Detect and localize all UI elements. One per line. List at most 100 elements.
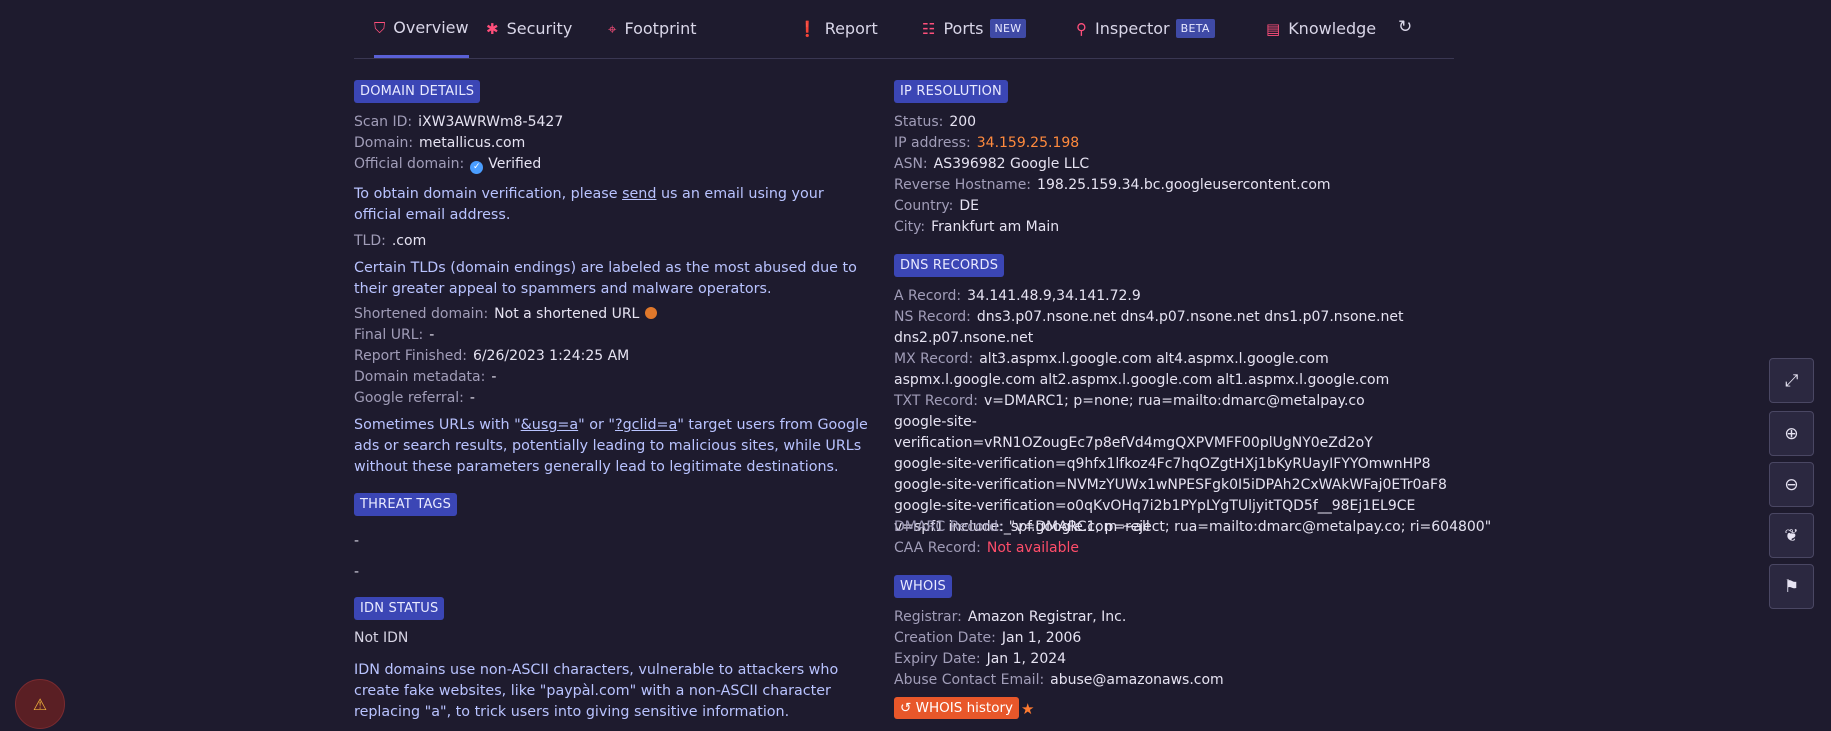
tab-knowledge[interactable]: ▤ Knowledge: [1266, 0, 1376, 57]
google-referral-row: Google referral: -: [354, 388, 475, 409]
fullscreen-button[interactable]: ⤢: [1769, 358, 1814, 403]
scan-id-label: Scan ID:: [354, 114, 413, 130]
whois-badge: WHOIS: [894, 575, 952, 598]
domain-row: Domain: metallicus.com: [354, 133, 525, 154]
tab-inspector[interactable]: ⚲ Inspector BETA: [1076, 0, 1215, 57]
scan-id-value: iXW3AWRWm8-5427: [418, 114, 564, 130]
txt-record-value: google-site-verification=o0qKvOHq7i2b1PY…: [894, 498, 1416, 514]
tab-label: Knowledge: [1288, 19, 1377, 38]
warning-button[interactable]: ⚠: [15, 679, 65, 729]
star-icon[interactable]: ★: [1021, 700, 1034, 718]
status-value: 200: [949, 114, 977, 130]
country-value: DE: [959, 198, 979, 214]
book-icon: ▤: [1266, 19, 1281, 38]
report-finished-value: 6/26/2023 1:24:25 AM: [472, 348, 630, 364]
tab-report[interactable]: ❗ Report: [798, 0, 878, 57]
domain-value: metallicus.com: [419, 135, 526, 151]
tab-label: Security: [506, 19, 573, 38]
tld-label: TLD:: [354, 233, 386, 249]
final-url-label: Final URL:: [354, 327, 424, 343]
abuse-email-label: Abuse Contact Email:: [894, 672, 1045, 688]
referral-text: " or ": [578, 417, 616, 433]
search-icon: ⚲: [1076, 19, 1087, 38]
domain-details-badge: DOMAIN DETAILS: [354, 80, 481, 103]
abuse-email-value: abuse@amazonaws.com: [1050, 672, 1224, 688]
caa-record-label: CAA Record:: [894, 540, 981, 556]
status-label: Status:: [894, 114, 944, 130]
asn-label: ASN:: [894, 156, 928, 172]
crosshair-icon: ⌖: [608, 19, 617, 38]
shortened-value: Not a shortened URL: [494, 306, 640, 322]
official-domain-row: Official domain: ✓ Verified: [354, 154, 541, 175]
tab-label: Inspector: [1095, 19, 1170, 38]
dmarc-record-value: "v=DMARC1; p=reject; rua=mailto:dmarc@me…: [1008, 519, 1492, 535]
verification-text: To obtain domain verification, please: [354, 186, 623, 202]
verification-note: To obtain domain verification, please se…: [354, 184, 874, 226]
report-finished-label: Report Finished:: [354, 348, 467, 364]
bookmark-button[interactable]: ⚑: [1769, 564, 1814, 609]
report-finished-row: Report Finished: 6/26/2023 1:24:25 AM: [354, 346, 629, 367]
exclamation-circle-icon: ❗: [798, 19, 817, 38]
status-row: Status: 200: [894, 112, 976, 133]
twitter-share-button[interactable]: ❦: [1769, 513, 1814, 558]
final-url-value: -: [429, 327, 435, 343]
a-record-value: 34.141.48.9,34.141.72.9: [967, 288, 1141, 304]
domain-label: Domain:: [354, 135, 414, 151]
expiry-date-label: Expiry Date:: [894, 651, 981, 667]
tld-row: TLD: .com: [354, 231, 426, 252]
domain-metadata-label: Domain metadata:: [354, 369, 486, 385]
a-record-row: A Record: 34.141.48.9,34.141.72.9: [894, 286, 1141, 307]
a-record-label: A Record:: [894, 288, 962, 304]
whois-history-button[interactable]: ↺ WHOIS history: [894, 697, 1020, 719]
threat-tags-badge: THREAT TAGS: [354, 493, 458, 516]
zoom-out-button[interactable]: ⊖: [1769, 462, 1814, 507]
ip-address-link[interactable]: 34.159.25.198: [977, 135, 1079, 151]
city-row: City: Frankfurt am Main: [894, 217, 1059, 238]
ip-row: IP address: 34.159.25.198: [894, 133, 1079, 154]
tab-label: Footprint: [624, 19, 697, 38]
tab-bar: ⛉ Overview ✱ Security ⌖ Footprint ❗ Repo…: [354, 0, 1454, 59]
ip-resolution-badge: IP RESOLUTION: [894, 80, 1008, 103]
tab-label: Ports: [943, 19, 984, 38]
dmarc-record-label: DMARC Record:: [894, 519, 1003, 535]
country-label: Country:: [894, 198, 954, 214]
sitemap-icon: ☷: [922, 19, 936, 38]
whois-history-label: WHOIS history: [915, 700, 1014, 716]
creation-date-row: Creation Date: Jan 1, 2006: [894, 628, 1081, 649]
gclid-link[interactable]: ?gclid=a: [615, 417, 677, 433]
creation-date-label: Creation Date:: [894, 630, 996, 646]
check-circle-icon: ✓: [470, 161, 484, 174]
asn-row: ASN: AS396982 Google LLC: [894, 154, 1089, 175]
domain-metadata-row: Domain metadata: -: [354, 367, 496, 388]
idn-status-badge: IDN STATUS: [354, 597, 445, 620]
tab-ports[interactable]: ☷ Ports NEW: [922, 0, 1027, 57]
official-domain-value: Verified: [488, 156, 542, 172]
city-value: Frankfurt am Main: [931, 219, 1060, 235]
city-label: City:: [894, 219, 926, 235]
bug-icon: ✱: [486, 19, 499, 38]
send-email-link[interactable]: send: [622, 186, 656, 202]
creation-date-value: Jan 1, 2006: [1001, 630, 1082, 646]
google-referral-label: Google referral:: [354, 390, 464, 406]
expiry-date-row: Expiry Date: Jan 1, 2024: [894, 649, 1066, 670]
referral-text: Sometimes URLs with ": [354, 417, 521, 433]
refresh-icon[interactable]: ↻: [1398, 17, 1412, 37]
caa-record-row: CAA Record: Not available: [894, 538, 1079, 559]
tab-overview[interactable]: ⛉ Overview: [374, 0, 469, 58]
beta-badge: BETA: [1175, 19, 1215, 38]
final-url-row: Final URL: -: [354, 325, 434, 346]
new-badge: NEW: [989, 19, 1027, 38]
history-icon: ↺: [900, 700, 912, 716]
threat-tag-item: -: [354, 564, 360, 580]
shortened-row: Shortened domain: Not a shortened URL: [354, 304, 658, 325]
country-row: Country: DE: [894, 196, 979, 217]
ns-record-label: NS Record:: [894, 309, 971, 325]
reverse-hostname-value: 198.25.159.34.bc.googleusercontent.com: [1037, 177, 1331, 193]
caa-record-value: Not available: [986, 540, 1080, 556]
tab-label: Report: [824, 19, 878, 38]
tab-security[interactable]: ✱ Security: [486, 0, 572, 57]
bookmark-icon: ⚑: [1783, 576, 1800, 597]
zoom-in-button[interactable]: ⊕: [1769, 411, 1814, 456]
usg-link[interactable]: &usg=a: [521, 417, 578, 433]
tab-footprint[interactable]: ⌖ Footprint: [608, 0, 697, 57]
